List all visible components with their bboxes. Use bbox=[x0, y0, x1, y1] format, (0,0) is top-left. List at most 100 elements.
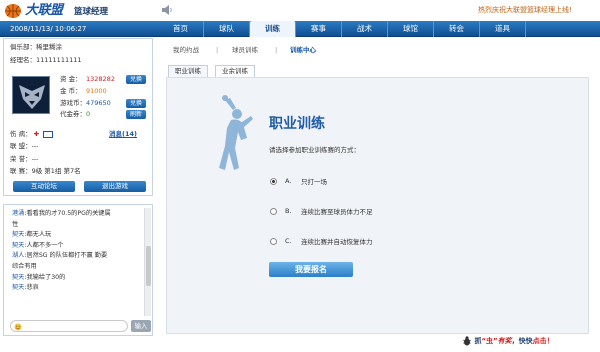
smiley-icon[interactable] bbox=[14, 323, 22, 331]
radio-button[interactable] bbox=[270, 207, 277, 215]
season-row: 联 赛：9级 第1组 第7名 bbox=[10, 167, 81, 176]
bug-icon bbox=[462, 336, 472, 346]
nav-item-team[interactable]: 球队 bbox=[204, 21, 250, 37]
radio-button[interactable] bbox=[270, 177, 277, 185]
season-label: 联 赛： bbox=[10, 167, 32, 175]
tab-amateur-training[interactable]: 业余训练 bbox=[215, 65, 255, 77]
voucher-value: 0 bbox=[86, 110, 91, 118]
league-value: --- bbox=[31, 142, 39, 150]
injury-label: 伤 病： bbox=[10, 130, 32, 138]
bug-report-promo[interactable]: 抓“虫”有奖，快快点击！ bbox=[462, 334, 597, 348]
chat-message: 契天:人都不多一个 bbox=[12, 241, 64, 249]
refresh-button[interactable]: 刷新 bbox=[126, 110, 146, 119]
club-label: 俱乐部： bbox=[10, 43, 36, 51]
training-prompt: 请选择参加职业训练赛的方式： bbox=[269, 146, 360, 154]
gold-value: 91000 bbox=[86, 87, 107, 95]
chat-input[interactable] bbox=[10, 320, 128, 332]
forum-button[interactable]: 互动论坛 bbox=[13, 181, 75, 192]
chat-message: 契天:都无人玩 bbox=[12, 231, 52, 239]
basketball-logo-icon bbox=[5, 4, 21, 18]
subnav-player-training[interactable]: 球员训练 bbox=[232, 45, 258, 55]
tab-professional-training[interactable]: 职业训练 bbox=[168, 65, 208, 77]
manager-label: 经理名： bbox=[10, 56, 36, 64]
main-navbar: 2008/11/13/ 10:06:27 首页 球队 训练 赛事 战术 球馆 转… bbox=[0, 21, 600, 37]
logout-button[interactable]: 退出游戏 bbox=[84, 181, 146, 192]
honor-label: 荣 誉： bbox=[10, 155, 32, 163]
messages-link[interactable]: 消息(14) bbox=[109, 130, 137, 139]
chat-message: 性 bbox=[12, 220, 19, 228]
nav-item-transfer[interactable]: 转会 bbox=[434, 21, 480, 37]
nav-item-items[interactable]: 道具 bbox=[480, 21, 526, 37]
promo-bug-text: “虫” bbox=[481, 337, 498, 345]
red-cross-icon: ✚ bbox=[33, 130, 40, 138]
gold-label: 金 币： bbox=[60, 87, 82, 95]
training-panel: 职业训练 请选择参加职业训练赛的方式： A. 只打一场 B. 连续比赛至球员体力… bbox=[166, 77, 589, 334]
subnav-my-matches[interactable]: 我的约战 bbox=[173, 45, 199, 55]
option-until-tired[interactable]: B. 连续比赛至球员体力不足 bbox=[270, 206, 373, 216]
chat-message: 湖人:居然SG 的队伍都打不赢 勤要 bbox=[12, 252, 108, 260]
promo-click-text[interactable]: 点击！ bbox=[533, 337, 554, 345]
nav-item-home[interactable]: 首页 bbox=[158, 21, 204, 37]
option-single-game[interactable]: A. 只打一场 bbox=[270, 176, 327, 186]
funds-exchange-button[interactable]: 兑换 bbox=[126, 75, 146, 84]
honor-row: 荣 誉：--- bbox=[10, 155, 39, 164]
subnav-training-center[interactable]: 训练中心 bbox=[290, 45, 316, 55]
club-row: 俱乐部：稀里糊涂 bbox=[10, 43, 62, 52]
chat-scrollbar[interactable] bbox=[144, 208, 151, 316]
nav-item-tactics[interactable]: 战术 bbox=[342, 21, 388, 37]
radio-button[interactable] bbox=[270, 237, 277, 245]
club-name: 稀里糊涂 bbox=[36, 43, 62, 51]
logo-subtitle: 篮球经理 bbox=[74, 7, 109, 17]
signup-button[interactable]: 我要报名 bbox=[269, 262, 353, 277]
training-tabs: 职业训练 业余训练 bbox=[165, 65, 265, 77]
basketball-player-icon bbox=[219, 95, 253, 170]
scrollbar-thumb[interactable] bbox=[146, 246, 151, 286]
chat-message: 契天:悲哀 bbox=[12, 284, 39, 292]
option-letter: B. bbox=[285, 207, 292, 215]
nav-item-matches[interactable]: 赛事 bbox=[296, 21, 342, 37]
chat-message-list: 港涌:看看我的才70.5的PG的关键属 性 契天:都无人玩 契天:人都不多一个 … bbox=[12, 209, 142, 313]
nav-item-training[interactable]: 训练 bbox=[250, 21, 296, 37]
funds-value: 1328282 bbox=[86, 75, 115, 83]
promo-middle-text: ，快快 bbox=[511, 337, 533, 345]
server-datetime: 2008/11/13/ 10:06:27 bbox=[10, 25, 87, 33]
coin-exchange-button[interactable]: 兑换 bbox=[126, 99, 146, 108]
chat-message: 综合有用 bbox=[12, 262, 37, 270]
announcement-link[interactable]: 热烈庆祝大联盟篮球经理上线! bbox=[478, 6, 572, 15]
profile-panel: 俱乐部：稀里糊涂 经理名：11111111111 资 金： 1328282 兑换… bbox=[3, 38, 153, 196]
mail-icon[interactable] bbox=[43, 130, 54, 138]
nav-menu: 首页 球队 训练 赛事 战术 球馆 转会 道具 bbox=[158, 21, 526, 37]
subnav-separator: | bbox=[275, 46, 278, 54]
chat-send-button[interactable]: 输入 bbox=[131, 320, 151, 332]
season-value: 9级 第1组 第7名 bbox=[31, 167, 81, 175]
logo-text: 大联盟 bbox=[25, 3, 63, 18]
chat-panel: 港涌:看看我的才70.5的PG的关键属 性 契天:都无人玩 契天:人都不多一个 … bbox=[3, 204, 153, 336]
chat-message: 契天:我输给了30的 bbox=[12, 273, 66, 281]
speaker-icon[interactable] bbox=[161, 5, 173, 15]
option-letter: C. bbox=[285, 237, 292, 245]
game-coin-value: 479650 bbox=[86, 99, 111, 107]
avatar[interactable] bbox=[12, 76, 50, 114]
logo: 大联盟 篮球经理 bbox=[4, 2, 134, 20]
manager-name: 11111111111 bbox=[36, 56, 82, 64]
option-letter: A. bbox=[285, 177, 292, 185]
manager-row: 经理名：11111111111 bbox=[10, 56, 82, 65]
chat-message: 港涌:看看我的才70.5的PG的关键属 bbox=[12, 210, 111, 217]
injury-row: 伤 病： ✚ bbox=[10, 130, 54, 139]
sub-navigation: 我的约战 | 球员训练 | 训练中心 bbox=[165, 45, 345, 55]
voucher-label: 代金券： bbox=[60, 110, 86, 118]
option-label: 只打一场 bbox=[301, 178, 327, 186]
page-title: 职业训练 bbox=[269, 116, 325, 132]
subnav-separator: | bbox=[216, 46, 219, 54]
league-row: 联 盟：--- bbox=[10, 142, 39, 151]
option-label: 连续比赛至球员体力不足 bbox=[301, 208, 373, 216]
game-coin-label: 游戏币： bbox=[60, 99, 86, 107]
promo-reward-text: 有奖 bbox=[497, 337, 512, 345]
funds-label: 资 金： bbox=[60, 75, 82, 83]
league-label: 联 盟： bbox=[10, 142, 32, 150]
robot-emblem-icon bbox=[19, 85, 45, 109]
option-label: 连续比赛并自动恢复体力 bbox=[301, 238, 373, 246]
honor-value: --- bbox=[31, 155, 39, 163]
option-auto-recover[interactable]: C. 连续比赛并自动恢复体力 bbox=[270, 236, 373, 246]
nav-item-arena[interactable]: 球馆 bbox=[388, 21, 434, 37]
